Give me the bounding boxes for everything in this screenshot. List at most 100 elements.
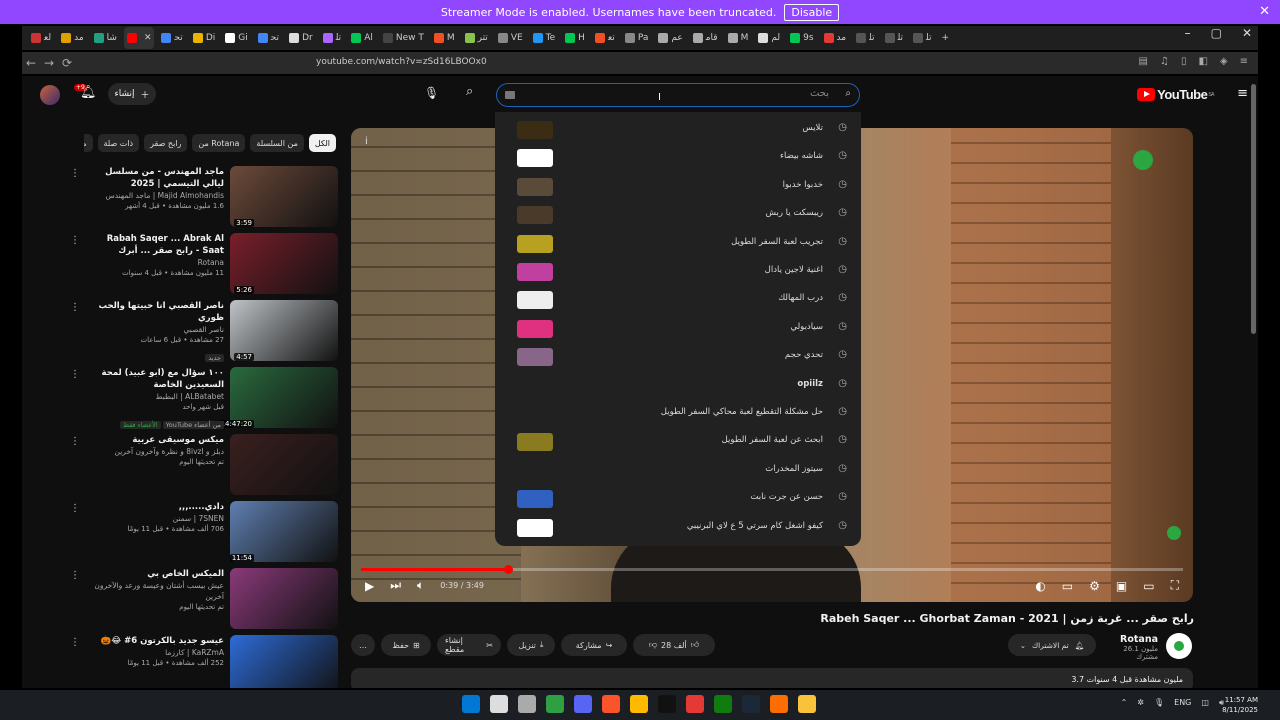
recommendation-title[interactable]: ميكس موسيقى عربية xyxy=(84,434,224,446)
taskbar-app-icon[interactable] xyxy=(462,695,480,713)
browser-tab[interactable]: ﺗﻌ xyxy=(592,27,618,49)
browser-tab[interactable]: ﻣﺪ xyxy=(58,27,87,49)
disable-button[interactable]: Disable xyxy=(784,3,840,21)
browser-tab[interactable]: ﺗﻠ xyxy=(882,27,906,49)
browser-tab[interactable]: ﺗﻠ xyxy=(853,27,877,49)
clip-button[interactable]: إنشاء مقطع ✂ xyxy=(437,634,501,656)
recommendation-title[interactable]: الميكس الخاص بي xyxy=(84,568,224,580)
captions-icon[interactable]: ▭ xyxy=(1062,579,1073,593)
video-thumbnail[interactable] xyxy=(230,300,338,361)
network-icon[interactable]: ◫ xyxy=(1201,698,1209,708)
recommendation-item[interactable]: 5:26 Rabah Saqer ... Abrak Al Saat - رابح… xyxy=(70,233,338,300)
taskbar-app-icon[interactable] xyxy=(686,695,704,713)
volume-icon[interactable]: 🔈︎ xyxy=(417,578,424,593)
account-avatar[interactable] xyxy=(40,85,60,105)
search-input[interactable]: بحث ⌕ xyxy=(496,83,860,107)
browser-tab[interactable]: Pa xyxy=(622,27,652,49)
more-vert-icon[interactable]: ⋮ xyxy=(70,302,80,313)
recommendation-channel[interactable]: عيش بيسب أشتان وعيسة ورعد والآخرون آخرين xyxy=(84,580,224,602)
taskbar-app-icon[interactable] xyxy=(630,695,648,713)
play-icon[interactable]: ▶ xyxy=(365,579,374,593)
more-vert-icon[interactable]: ⋮ xyxy=(70,369,80,380)
recommendation-title[interactable]: ١٠٠ سؤال مع (ابو عبيد) لمحة السعيدين الخ… xyxy=(84,367,224,391)
taskbar-app-icon[interactable] xyxy=(658,695,676,713)
share-button[interactable]: مشاركة ↪ xyxy=(561,634,627,656)
browser-tab[interactable]: ﺗﻠ xyxy=(320,27,344,49)
browser-tab[interactable]: ﺷﺎ xyxy=(91,27,120,49)
search-suggestion[interactable]: ريبسكت يا ربش ◷ xyxy=(495,201,861,229)
mic-icon[interactable]: 🎙︎ xyxy=(424,86,439,100)
browser-tab[interactable]: ﺗﺘﺮ xyxy=(462,27,491,49)
recommendation-item[interactable]: الميكس الخاص بي عيش بيسب أشتان وعيسة ورعد… xyxy=(70,568,338,635)
video-thumbnail[interactable] xyxy=(230,635,338,688)
channel-avatar[interactable] xyxy=(1166,633,1192,659)
search-suggestion[interactable]: تحدي حجم ◷ xyxy=(495,343,861,371)
next-icon[interactable]: ⏭ xyxy=(390,578,401,593)
filter-chip[interactable]: الكل xyxy=(308,134,336,152)
search-suggestion[interactable]: opiilz ◷ xyxy=(495,372,861,400)
filter-chip[interactable]: من السلسلة xyxy=(250,134,304,152)
browser-tab[interactable]: ﺗﻠ xyxy=(910,27,934,49)
browser-menu-icon[interactable]: ≡ xyxy=(1240,56,1248,67)
browser-tab[interactable]: Dr xyxy=(286,27,316,49)
search-suggestion[interactable]: اغنية لاجين يادال ◷ xyxy=(495,258,861,286)
new-tab-button[interactable]: + xyxy=(939,27,953,49)
recommendation-item[interactable]: 14:47:20 ١٠٠ سؤال مع (ابو عبيد) لمحة السع… xyxy=(70,367,338,434)
minimize-icon[interactable]: – xyxy=(1185,26,1191,40)
taskbar-app-icon[interactable] xyxy=(490,695,508,713)
theater-icon[interactable]: ▭ xyxy=(1143,579,1154,593)
recommendation-title[interactable]: Rabah Saqer ... Abrak Al Saat - رابح صقر… xyxy=(84,233,224,257)
bell-icon[interactable]: 🔔︎ xyxy=(80,85,97,100)
maximize-icon[interactable]: ▢ xyxy=(1211,26,1222,40)
description-box[interactable]: 3.7 مليون مشاهدة قبل 4 سنوات xyxy=(351,668,1193,688)
browser-tab[interactable]: M xyxy=(431,27,458,49)
taskbar-app-icon[interactable] xyxy=(798,695,816,713)
tray-chevron-icon[interactable]: ⌃ xyxy=(1121,698,1128,708)
recommendation-title[interactable]: دادي.....,,, xyxy=(84,501,224,513)
save-button[interactable]: حفظ ⊞ xyxy=(381,634,431,656)
recommendation-item[interactable]: ميكس موسيقى عربية دبلز و 8ivzl و نظرة وآخ… xyxy=(70,434,338,501)
url-field[interactable]: youtube.com/watch?v=zSd16LBOOx0 xyxy=(316,57,487,67)
recommendation-title[interactable]: ناصر القصبي انا حبيتها والحب ظوري xyxy=(84,300,224,324)
more-vert-icon[interactable]: ⋮ xyxy=(70,637,80,648)
youtube-logo[interactable]: YouTube SA xyxy=(1137,87,1214,102)
menu-icon[interactable]: ≡ xyxy=(1237,86,1248,101)
wallet-icon[interactable]: ◧ xyxy=(1198,56,1207,67)
taskbar-app-icon[interactable] xyxy=(602,695,620,713)
search-suggestion[interactable]: حسن عن جرت نابت ◷ xyxy=(495,485,861,513)
autoplay-toggle-icon[interactable]: ◐ xyxy=(1035,579,1045,593)
more-vert-icon[interactable]: ⋮ xyxy=(70,436,80,447)
like-count[interactable]: 28 ألف xyxy=(661,641,687,650)
video-thumbnail[interactable] xyxy=(230,367,338,428)
recommendation-channel[interactable]: Majid Almohandis | ماجد المهندس xyxy=(84,190,224,201)
settings-gear-icon[interactable]: ⚙ xyxy=(1089,579,1100,593)
recommendation-channel[interactable]: KaRZmA | كارزما xyxy=(84,647,224,658)
more-vert-icon[interactable]: ⋮ xyxy=(70,570,80,581)
video-thumbnail[interactable] xyxy=(230,233,338,294)
search-inner-icon[interactable]: ⌕ xyxy=(845,88,851,99)
recommendation-item[interactable]: عيسو جديد بالكرتون 6# 😂🎃 KaRZmA | كارزما 2… xyxy=(70,635,338,688)
forward-icon[interactable]: → xyxy=(40,56,58,70)
browser-tab[interactable]: ﺗﺤ xyxy=(255,27,282,49)
recommendation-channel[interactable]: ناصر القصبي xyxy=(84,324,224,335)
filter-chip[interactable]: من Rotana xyxy=(192,134,246,152)
miniplayer-icon[interactable]: ▣ xyxy=(1116,579,1127,593)
browser-tab[interactable]: H xyxy=(562,27,588,49)
browser-tab[interactable]: ﻣﺪ xyxy=(821,27,850,49)
progress-bar[interactable] xyxy=(361,565,1183,574)
filter-chip[interactable]: محتوى xyxy=(84,134,93,152)
info-icon[interactable]: i xyxy=(365,136,368,147)
recommendation-channel[interactable]: 7SNEN | سمنن xyxy=(84,513,224,524)
dislike-icon[interactable]: 👎︎ xyxy=(649,640,657,650)
recommendation-channel[interactable]: ALBatabet | البطبط xyxy=(84,391,224,402)
taskbar-app-icon[interactable] xyxy=(714,695,732,713)
taskbar-app-icon[interactable] xyxy=(770,695,788,713)
browser-tab[interactable]: New T xyxy=(380,27,427,49)
recommendation-item[interactable]: 4:57 ناصر القصبي انا حبيتها والحب ظوري ناص… xyxy=(70,300,338,367)
search-suggestion[interactable]: ابحث عن لعبة السفر الطويل ◷ xyxy=(495,428,861,456)
more-vert-icon[interactable]: ⋮ xyxy=(70,168,80,179)
browser-tab[interactable]: ﻟﻌ xyxy=(28,27,54,49)
tray-mic-icon[interactable]: 🎙︎ xyxy=(1154,698,1164,708)
music-icon[interactable]: ♫ xyxy=(1160,56,1169,67)
search-suggestion[interactable]: كيفو اشغل كام سرتي 5 ع لاي البرنيبي ◷ xyxy=(495,514,861,542)
